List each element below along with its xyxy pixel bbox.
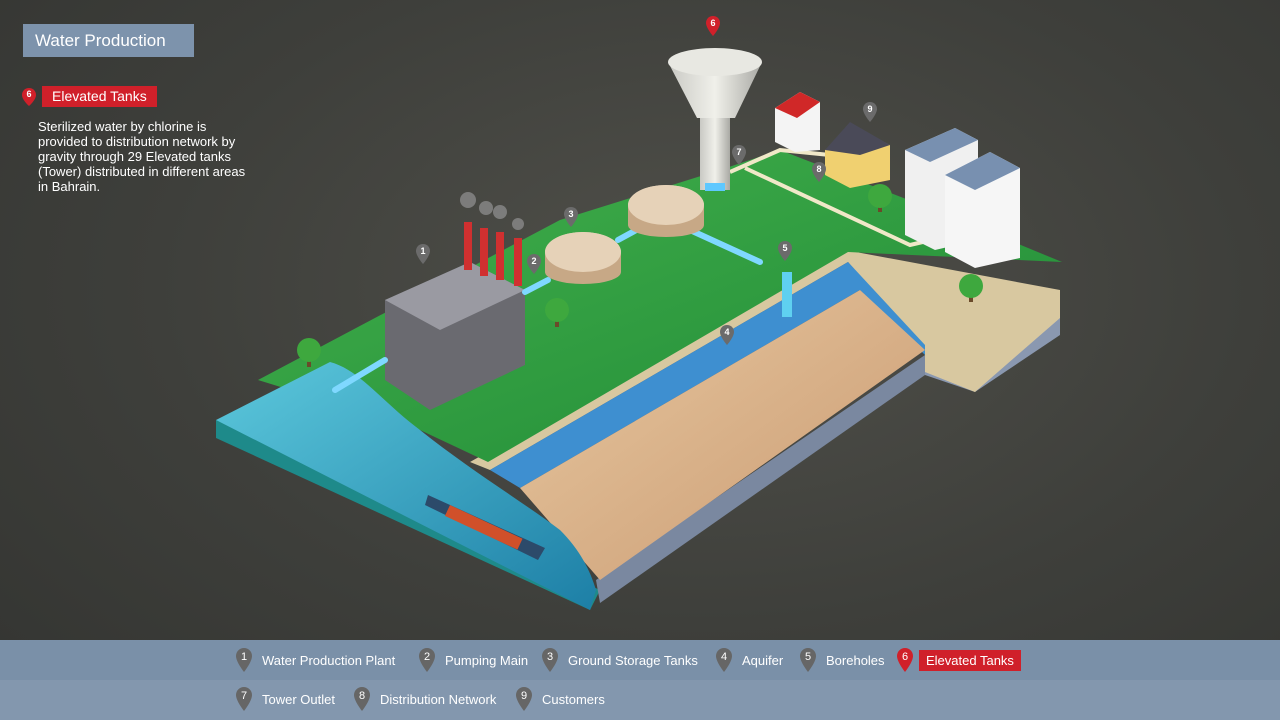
elevated-tank-tower bbox=[700, 115, 730, 190]
map-pin-icon: 3 bbox=[542, 648, 558, 672]
legend-item-water-production-plant[interactable]: 1 Water Production Plant bbox=[236, 648, 395, 672]
map-pin-4[interactable]: 4 bbox=[720, 325, 734, 345]
map-pin-5[interactable]: 5 bbox=[778, 241, 792, 261]
legend-item-elevated-tanks[interactable]: 6 Elevated Tanks bbox=[897, 648, 1021, 672]
map-pin-icon: 1 bbox=[236, 648, 252, 672]
map-pin-icon: 6 bbox=[897, 648, 913, 672]
map-pin-icon: 5 bbox=[800, 648, 816, 672]
legend-bar-row-2 bbox=[0, 680, 1280, 720]
legend-item-tower-outlet[interactable]: 7 Tower Outlet bbox=[236, 687, 335, 711]
map-pin-icon: 4 bbox=[716, 648, 732, 672]
legend-item-boreholes[interactable]: 5 Boreholes bbox=[800, 648, 885, 672]
legend-item-aquifer[interactable]: 4 Aquifer bbox=[716, 648, 783, 672]
map-pin-8[interactable]: 8 bbox=[812, 162, 826, 182]
legend-item-customers[interactable]: 9 Customers bbox=[516, 687, 605, 711]
legend-item-pumping-main[interactable]: 2 Pumping Main bbox=[419, 648, 528, 672]
map-pin-icon: 9 bbox=[516, 687, 532, 711]
map-pin-icon: 8 bbox=[354, 687, 370, 711]
map-pin-3[interactable]: 3 bbox=[564, 207, 578, 227]
map-pin-icon: 7 bbox=[236, 687, 252, 711]
legend-item-ground-storage-tanks[interactable]: 3 Ground Storage Tanks bbox=[542, 648, 698, 672]
map-pin-1[interactable]: 1 bbox=[416, 244, 430, 264]
map-pin-2[interactable]: 2 bbox=[527, 254, 541, 274]
water-production-illustration bbox=[216, 48, 1062, 610]
map-pin-9[interactable]: 9 bbox=[863, 102, 877, 122]
legend-item-distribution-network[interactable]: 8 Distribution Network bbox=[354, 687, 496, 711]
borehole bbox=[782, 272, 792, 317]
map-pin-icon: 2 bbox=[419, 648, 435, 672]
map-pin-6[interactable]: 6 bbox=[706, 16, 720, 36]
map-pin-7[interactable]: 7 bbox=[732, 145, 746, 165]
